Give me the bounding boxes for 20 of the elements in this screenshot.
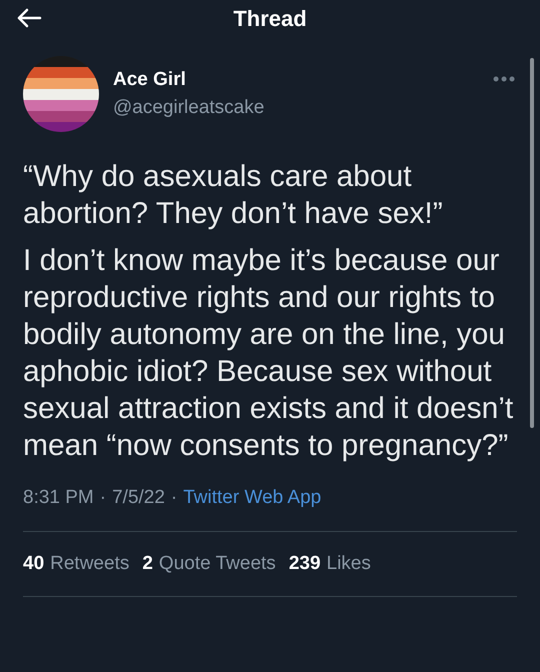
stat-label[interactable]: Retweets (50, 550, 130, 578)
stat-count[interactable]: 40 (23, 550, 44, 578)
tweet-date: 7/5/22 (112, 486, 165, 510)
author-name[interactable]: Ace Girl (113, 66, 264, 94)
stat-count[interactable]: 239 (288, 550, 321, 578)
stat-label[interactable]: Likes (326, 550, 371, 578)
tweet-paragraph: “Why do asexuals care about abortion? They don’t have sex!” (23, 159, 444, 232)
separator-dot: · (100, 486, 106, 510)
stat-count[interactable]: 2 (142, 550, 153, 578)
stat-label[interactable]: Quote Tweets (158, 550, 276, 578)
author-handle[interactable]: @acegirleatscake (113, 94, 264, 122)
tweet-paragraph: I don’t know maybe it’s because our reproductive rights and our rights to bodily autonomy are on the line, you aphobic idiot? Because sex without sexual attraction exists and it doesn’t mean “now consents to pregnancy?” (23, 243, 514, 464)
scrollbar[interactable] (530, 58, 534, 428)
source-link[interactable]: Twitter Web App (183, 484, 322, 512)
back-arrow-icon[interactable] (16, 8, 42, 28)
more-options-icon[interactable] (493, 76, 515, 82)
avatar[interactable] (23, 56, 99, 132)
separator-dot: · (170, 486, 178, 510)
page-title: Thread (233, 4, 307, 32)
tweet-time: 8:31 PM (23, 486, 94, 510)
